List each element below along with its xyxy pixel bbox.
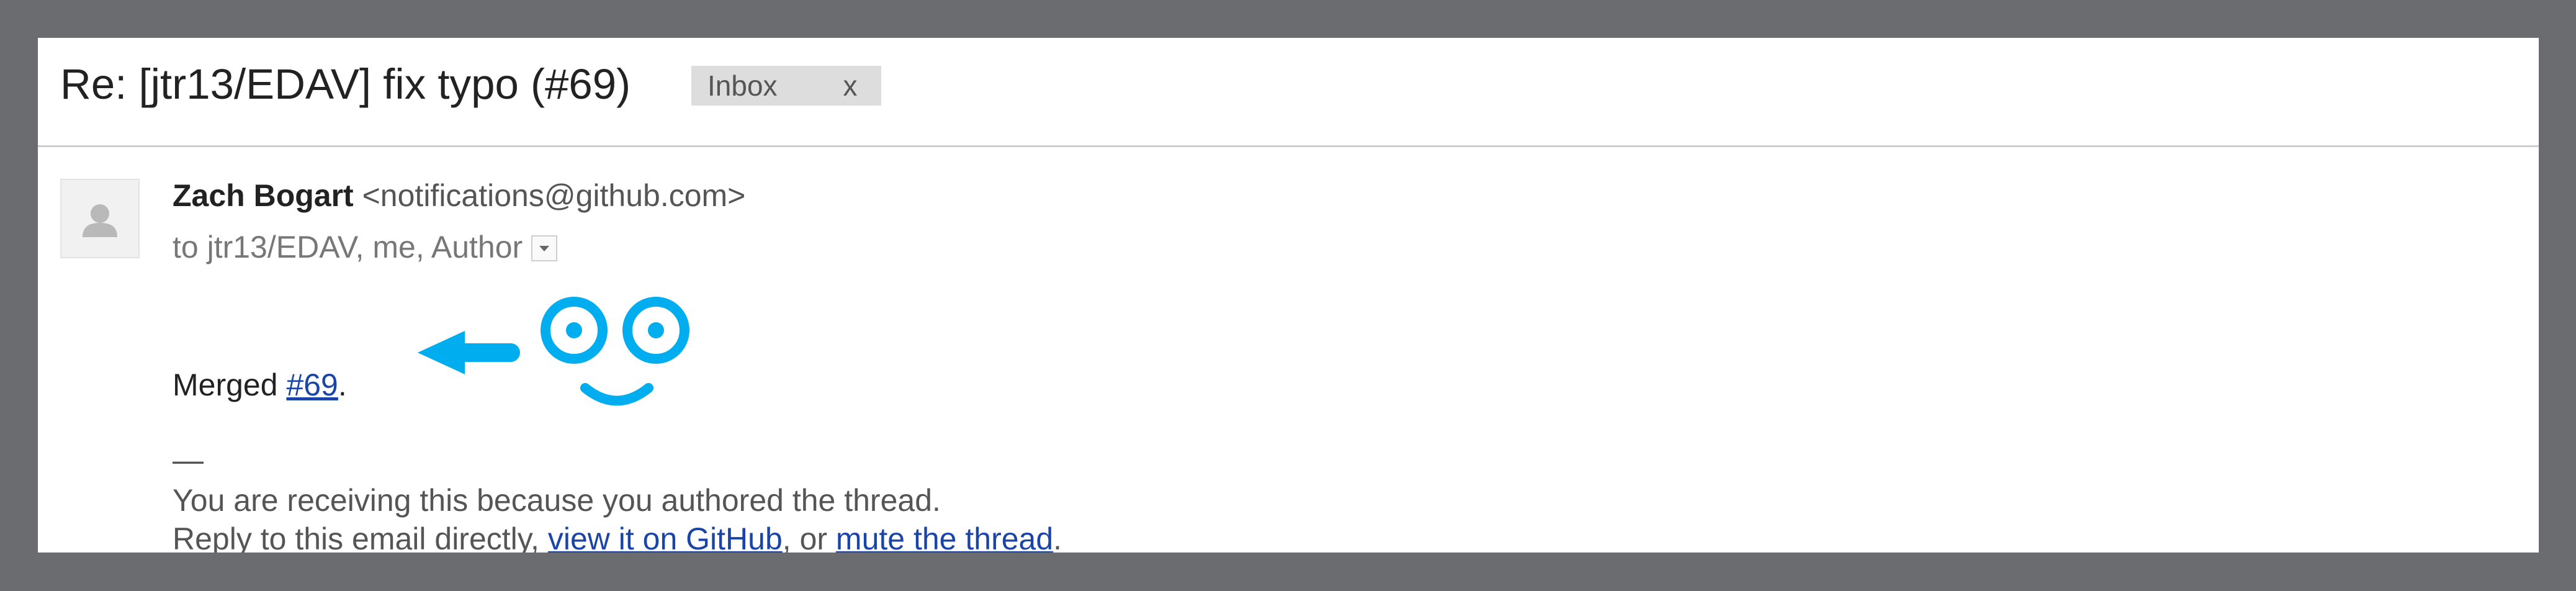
annotation-overlay	[418, 297, 689, 406]
left-arrow-icon	[418, 331, 520, 374]
footer-period: .	[1053, 521, 1062, 553]
email-view: Re: [jtr13/EDAV] fix typo (#69) Inbox x …	[38, 38, 2539, 553]
footer-or-text: , or	[782, 521, 836, 553]
remove-label-button[interactable]: x	[819, 66, 881, 106]
mute-thread-link[interactable]: mute the thread	[836, 521, 1053, 553]
smiley-face-icon	[541, 297, 689, 406]
